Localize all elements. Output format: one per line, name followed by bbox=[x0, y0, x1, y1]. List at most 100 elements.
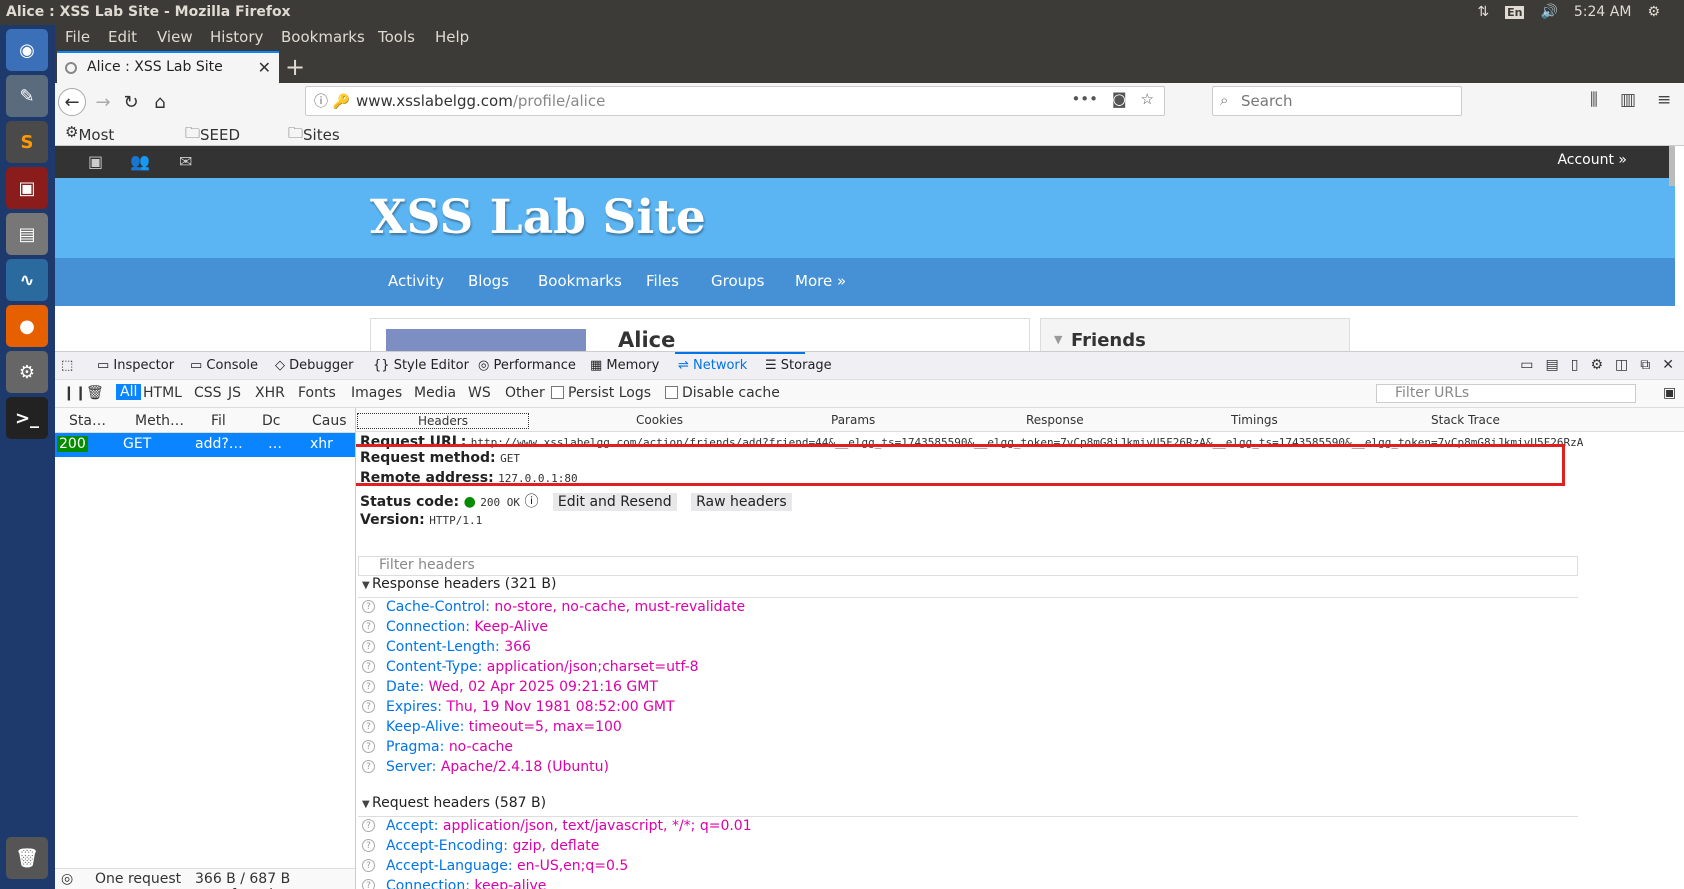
col-method[interactable]: Meth… bbox=[135, 413, 184, 429]
search-box[interactable]: ⌕ Search bbox=[1212, 86, 1462, 116]
menu-file[interactable]: File bbox=[65, 28, 90, 46]
pause-icon[interactable]: ❙❙ bbox=[63, 385, 86, 401]
menu-bookmarks[interactable]: Bookmarks bbox=[281, 28, 365, 46]
help-icon[interactable]: ? bbox=[362, 819, 375, 832]
col-status[interactable]: Sta… bbox=[69, 413, 106, 429]
help-icon[interactable]: ? bbox=[362, 700, 375, 713]
filter-ws[interactable]: WS bbox=[468, 385, 491, 401]
nav-more[interactable]: More » bbox=[795, 272, 846, 290]
site-info-icon[interactable]: ⓘ 🔑 bbox=[314, 91, 350, 111]
help-icon[interactable]: ? bbox=[362, 640, 375, 653]
page-actions-icon[interactable]: ••• bbox=[1071, 90, 1098, 108]
tab-memory[interactable]: ▦ Memory bbox=[590, 358, 659, 373]
menu-tools[interactable]: Tools bbox=[378, 28, 415, 46]
menu-help[interactable]: Help bbox=[435, 28, 469, 46]
network-icon[interactable]: ⇅ bbox=[1477, 4, 1489, 20]
browser-tab[interactable]: Alice : XSS Lab Site ✕ bbox=[57, 51, 279, 83]
clock[interactable]: 5:24 AM bbox=[1574, 4, 1632, 20]
table-row[interactable]: 200 GET add?… … xhr bbox=[55, 433, 355, 457]
filter-images[interactable]: Images bbox=[351, 385, 402, 401]
split-console-icon[interactable]: ◫ bbox=[1615, 357, 1628, 373]
tab-storage[interactable]: ☰ Storage bbox=[765, 358, 832, 373]
tab-response[interactable]: Response bbox=[1026, 413, 1084, 427]
home-button[interactable]: ⌂ bbox=[146, 88, 174, 116]
nav-groups[interactable]: Groups bbox=[711, 272, 764, 290]
header-row[interactable]: ? Content-Length: 366 bbox=[362, 639, 531, 655]
tab-timings[interactable]: Timings bbox=[1231, 413, 1278, 427]
ubuntu-dash-icon[interactable]: ◉ bbox=[6, 29, 48, 71]
col-domain[interactable]: Dc bbox=[262, 413, 280, 429]
tab-style-editor[interactable]: {} Style Editor bbox=[373, 358, 469, 373]
menu-edit[interactable]: Edit bbox=[108, 28, 137, 46]
request-headers-section[interactable]: ▼ Request headers (587 B) bbox=[358, 795, 1578, 817]
help-icon[interactable]: ? bbox=[362, 600, 375, 613]
gear-icon[interactable]: ⚙ bbox=[1647, 4, 1660, 20]
tab-debugger[interactable]: ◇ Debugger bbox=[275, 358, 354, 373]
messages-icon[interactable]: ✉ bbox=[179, 152, 192, 171]
persist-logs-checkbox[interactable]: Persist Logs bbox=[551, 385, 651, 401]
terminal-red-icon[interactable]: ▣ bbox=[6, 167, 48, 209]
help-icon[interactable]: ? bbox=[362, 740, 375, 753]
settings-icon[interactable]: ⚙ bbox=[6, 351, 48, 393]
dock-bottom-icon[interactable]: ▭ bbox=[1520, 357, 1533, 373]
help-icon[interactable]: ? bbox=[362, 839, 375, 852]
clear-trash-icon[interactable]: 🗑 bbox=[86, 385, 104, 401]
close-tab-icon[interactable]: ✕ bbox=[258, 58, 271, 77]
library-icon[interactable]: ⫼ bbox=[1590, 90, 1598, 110]
tab-performance[interactable]: ◎ Performance bbox=[478, 358, 576, 373]
page-scrollbar[interactable] bbox=[1669, 146, 1675, 186]
text-editor-icon[interactable]: ✎ bbox=[6, 75, 48, 117]
filter-media[interactable]: Media bbox=[414, 385, 456, 401]
terminal-icon[interactable]: >_ bbox=[6, 397, 48, 439]
menu-history[interactable]: History bbox=[210, 28, 263, 46]
tab-params[interactable]: Params bbox=[831, 413, 875, 427]
col-file[interactable]: Fil bbox=[211, 413, 226, 429]
forward-button[interactable]: → bbox=[89, 88, 117, 116]
site-title[interactable]: XSS Lab Site bbox=[370, 190, 706, 245]
header-row[interactable]: ? Connection: keep-alive bbox=[362, 878, 546, 889]
elgg-logo-icon[interactable]: ▣ bbox=[88, 152, 103, 171]
response-headers-section[interactable]: ▼ Response headers (321 B) bbox=[358, 576, 1578, 598]
header-row[interactable]: ? Server: Apache/2.4.18 (Ubuntu) bbox=[362, 759, 609, 775]
tab-network[interactable]: ⇌ Network bbox=[678, 358, 747, 373]
wireshark-icon[interactable]: ∿ bbox=[6, 259, 48, 301]
edit-and-resend-button[interactable]: Edit and Resend bbox=[552, 493, 677, 511]
col-cause[interactable]: Caus bbox=[312, 413, 347, 429]
help-icon[interactable]: ? bbox=[362, 660, 375, 673]
filter-css[interactable]: CSS bbox=[194, 385, 222, 401]
header-row[interactable]: ? Accept: application/json, text/javascri… bbox=[362, 818, 752, 834]
header-row[interactable]: ? Connection: Keep-Alive bbox=[362, 619, 548, 635]
filter-fonts[interactable]: Fonts bbox=[298, 385, 336, 401]
header-row[interactable]: ? Cache-Control: no-store, no-cache, must… bbox=[362, 599, 745, 615]
raw-headers-button[interactable]: Raw headers bbox=[691, 493, 792, 511]
pocket-icon[interactable]: ◙ bbox=[1112, 90, 1127, 108]
filter-headers-input[interactable]: Filter headers bbox=[358, 556, 1578, 576]
menu-view[interactable]: View bbox=[157, 28, 193, 46]
nav-files[interactable]: Files bbox=[646, 272, 679, 290]
hamburger-menu-icon[interactable]: ≡ bbox=[1657, 90, 1671, 110]
help-icon[interactable]: ? bbox=[362, 859, 375, 872]
performance-icon[interactable]: ◎ bbox=[61, 871, 73, 887]
tab-headers[interactable]: Headers bbox=[357, 413, 529, 429]
header-row[interactable]: ? Accept-Encoding: gzip, deflate bbox=[362, 838, 599, 854]
collapse-triangle-icon[interactable]: ▼ bbox=[1054, 333, 1062, 346]
bookmark-most-visited[interactable]: ⚙ Most Visited bbox=[65, 123, 129, 162]
help-icon[interactable]: ? bbox=[362, 620, 375, 633]
help-icon[interactable]: ? bbox=[362, 760, 375, 773]
sidebar-icon[interactable]: ▥ bbox=[1620, 90, 1636, 110]
help-icon[interactable]: ⓘ bbox=[524, 494, 538, 510]
firefox-icon[interactable]: ● bbox=[6, 305, 48, 347]
header-row[interactable]: ? Date: Wed, 02 Apr 2025 09:21:16 GMT bbox=[362, 679, 658, 695]
filter-all[interactable]: All bbox=[116, 384, 142, 400]
nav-activity[interactable]: Activity bbox=[388, 272, 444, 290]
filter-html[interactable]: HTML bbox=[143, 385, 182, 401]
header-row[interactable]: ? Keep-Alive: timeout=5, max=100 bbox=[362, 719, 622, 735]
bookmark-star-icon[interactable]: ☆ bbox=[1141, 90, 1154, 108]
filter-urls-input[interactable]: Filter URLs bbox=[1376, 384, 1636, 403]
file-manager-icon[interactable]: ▤ bbox=[6, 213, 48, 255]
back-button[interactable]: ← bbox=[58, 88, 86, 116]
header-row[interactable]: ? Pragma: no-cache bbox=[362, 739, 513, 755]
sublime-text-icon[interactable]: S bbox=[6, 121, 48, 163]
friends-icon[interactable]: 👥 bbox=[130, 152, 150, 171]
nav-bookmarks[interactable]: Bookmarks bbox=[538, 272, 622, 290]
